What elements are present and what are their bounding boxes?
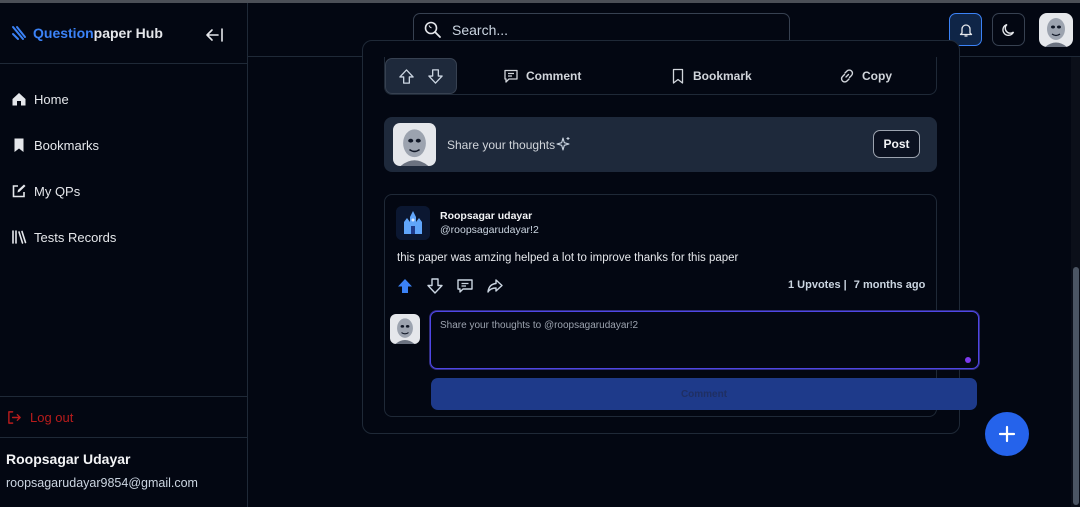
- bookmark-action-button[interactable]: Bookmark: [670, 68, 752, 84]
- avatar-portrait-icon: [390, 314, 420, 344]
- search-input[interactable]: [452, 22, 772, 38]
- commenter-handle: @roopsagarudayar!2: [440, 224, 539, 236]
- logout-button[interactable]: Log out: [0, 396, 247, 438]
- brand[interactable]: Questionpaper Hub: [0, 3, 247, 64]
- bookmark-icon: [14, 138, 24, 152]
- bookmark-action-label: Bookmark: [693, 69, 752, 83]
- create-button[interactable]: [985, 412, 1029, 456]
- moon-icon: [1001, 23, 1014, 36]
- logout-label: Log out: [30, 409, 74, 425]
- user-avatar[interactable]: [1039, 13, 1073, 47]
- comment-icon: [504, 69, 518, 83]
- comment-action-label: Comment: [526, 69, 582, 83]
- upvote-filled-icon[interactable]: [396, 277, 414, 295]
- user-name: Roopsagar Udayar: [6, 451, 131, 467]
- comment-actions: [396, 277, 516, 295]
- composer-avatar: [393, 123, 436, 166]
- commenter-name[interactable]: Roopsagar udayar: [440, 210, 532, 222]
- reply-icon[interactable]: [456, 277, 474, 295]
- reply-input-box[interactable]: [430, 311, 979, 369]
- sidebar-item-label: Bookmarks: [34, 137, 100, 153]
- sidebar-item-my-qps[interactable]: My QPs: [0, 168, 247, 214]
- avatar-portrait-icon: [1039, 13, 1073, 47]
- logout-icon: [8, 410, 21, 424]
- upvote-icon[interactable]: [398, 68, 415, 85]
- copy-action-label: Copy: [862, 69, 892, 83]
- sidebar-item-bookmarks[interactable]: Bookmarks: [0, 122, 247, 168]
- library-icon: [12, 230, 27, 244]
- logo-icon: [12, 26, 26, 40]
- sidebar-item-tests-records[interactable]: Tests Records: [0, 214, 247, 260]
- bell-icon: [959, 23, 972, 37]
- user-email: roopsagarudayar9854@gmail.com: [6, 476, 198, 490]
- downvote-icon[interactable]: [426, 277, 444, 295]
- comment-action-button[interactable]: Comment: [503, 68, 581, 84]
- downvote-icon[interactable]: [427, 68, 444, 85]
- sidebar: Questionpaper Hub Home Bookmarks My QPs …: [0, 3, 248, 507]
- castle-avatar-icon: [396, 206, 430, 240]
- avatar-portrait-icon: [393, 123, 436, 166]
- upvote-count: 1 Upvotes |: [788, 279, 847, 291]
- link-icon: [840, 69, 854, 83]
- scrollbar-thumb[interactable]: [1073, 267, 1079, 505]
- sidebar-nav: Home Bookmarks My QPs Tests Records: [0, 64, 247, 260]
- commenter-avatar[interactable]: [396, 206, 430, 240]
- collapse-sidebar-icon[interactable]: [205, 27, 225, 43]
- sparkles-icon: [556, 137, 570, 151]
- home-icon: [12, 93, 26, 106]
- theme-toggle-button[interactable]: [992, 13, 1025, 46]
- copy-link-button[interactable]: Copy: [839, 68, 892, 84]
- grammar-indicator-dot: [965, 357, 971, 363]
- composer-prompt: Share your thoughts: [447, 138, 556, 152]
- comment-meta: 1 Upvotes | 7 months ago: [788, 279, 925, 291]
- bookmark-outline-icon: [672, 68, 684, 84]
- sidebar-item-label: Tests Records: [34, 229, 117, 245]
- sidebar-item-home[interactable]: Home: [0, 76, 247, 122]
- sidebar-item-label: Home: [34, 91, 69, 107]
- reply-avatar: [390, 314, 420, 344]
- brand-name: Questionpaper Hub: [33, 25, 163, 41]
- comment-text: this paper was amzing helped a lot to im…: [397, 252, 739, 264]
- comment-time: 7 months ago: [853, 279, 926, 291]
- post-button[interactable]: Post: [873, 130, 920, 158]
- share-icon[interactable]: [486, 277, 504, 295]
- share-thoughts-composer[interactable]: Share your thoughts Post: [384, 117, 937, 172]
- sidebar-item-label: My QPs: [34, 183, 81, 199]
- reply-textarea[interactable]: [440, 320, 960, 360]
- vote-controls: [385, 58, 457, 94]
- edit-icon: [12, 184, 26, 198]
- submit-comment-button[interactable]: Comment: [431, 378, 977, 410]
- search-icon: [424, 21, 441, 38]
- plus-icon: [998, 425, 1016, 443]
